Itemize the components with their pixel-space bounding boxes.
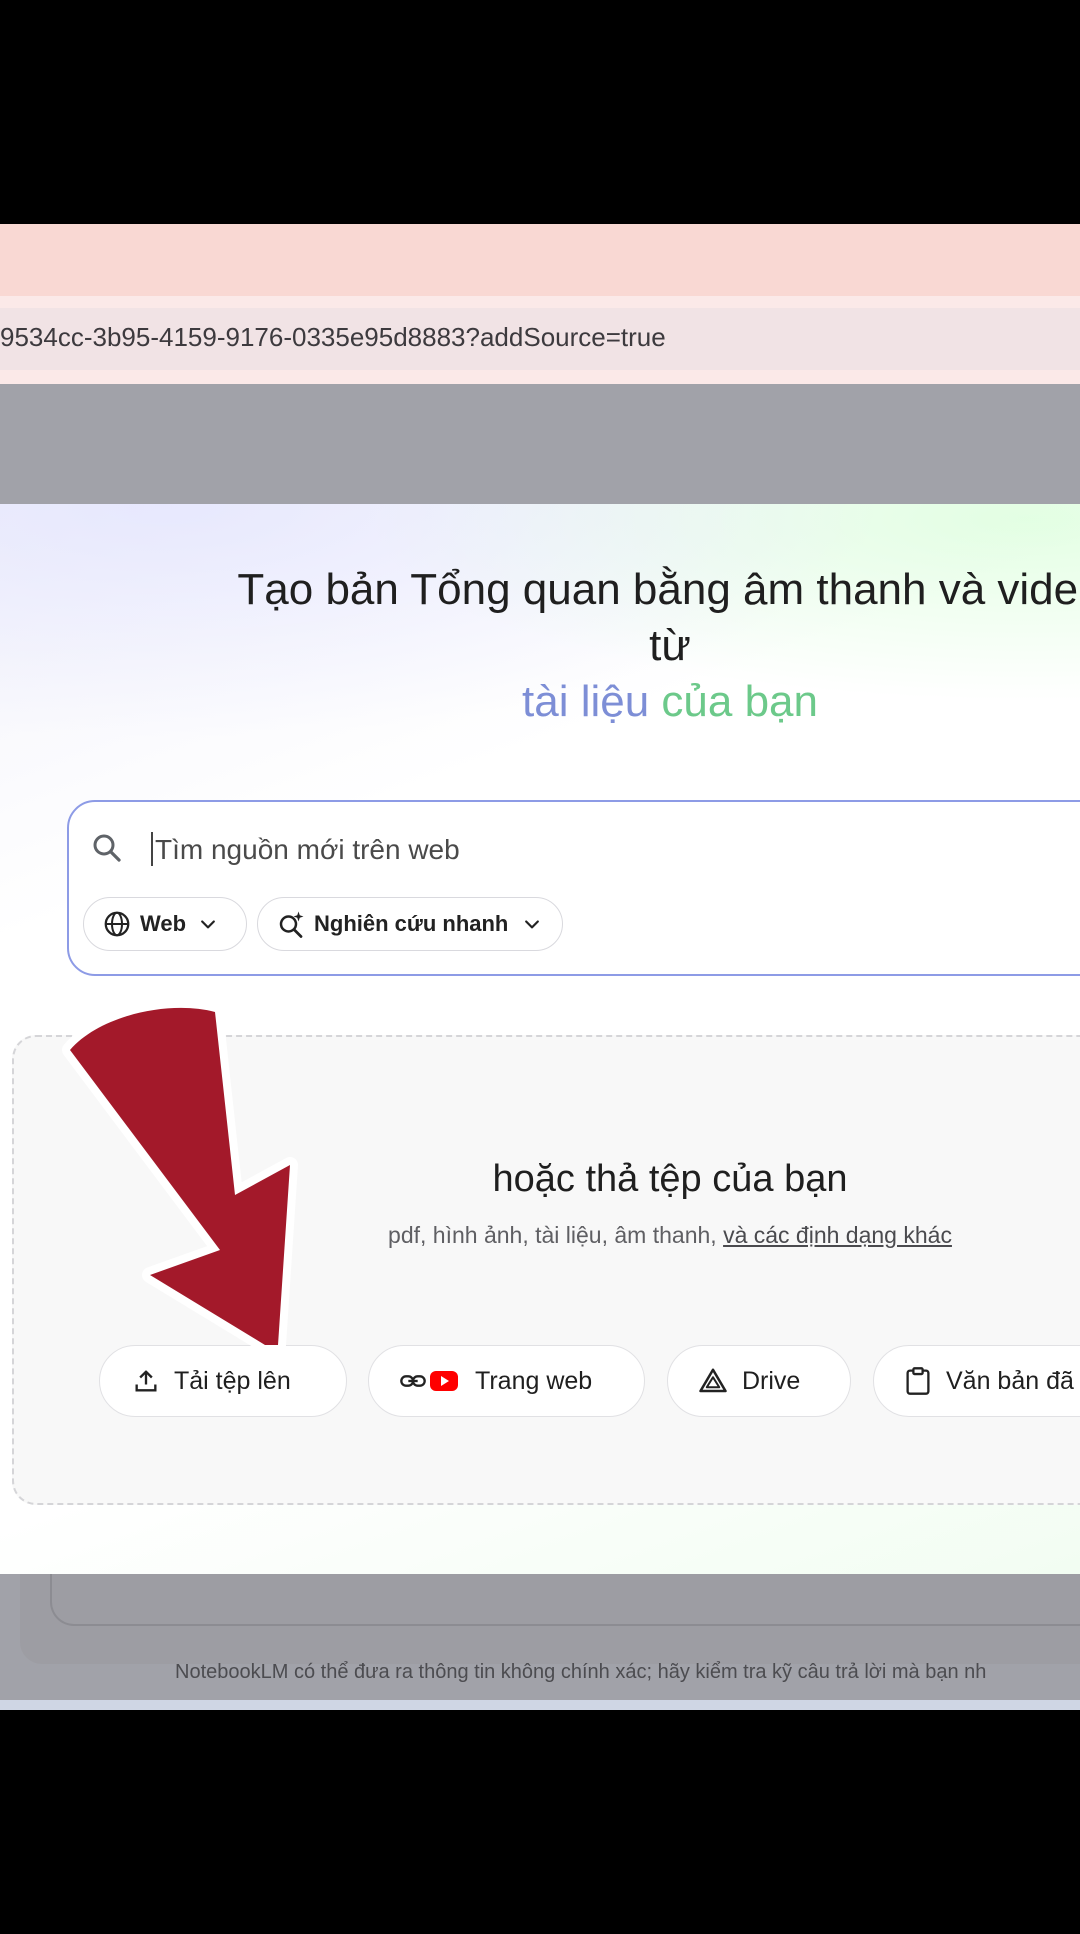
website-source-label: Trang web: [475, 1366, 593, 1395]
file-drop-zone[interactable]: [12, 1035, 1080, 1505]
drive-icon: [698, 1366, 728, 1396]
link-youtube-icon: [399, 1367, 459, 1395]
headline-line-2: từ: [649, 621, 691, 670]
paste-text-label: Văn bản đã: [946, 1366, 1074, 1395]
sparkle-search-icon: [276, 909, 306, 939]
browser-tab-bar: [0, 224, 1080, 296]
clipboard-icon: [904, 1366, 932, 1396]
paste-text-button[interactable]: Văn bản đã: [873, 1345, 1080, 1417]
research-mode-label: Nghiên cứu nhanh: [314, 911, 509, 936]
dialog-headline: Tạo bản Tổng quan bằng âm thanh và video…: [0, 562, 1080, 730]
chevron-down-icon: [198, 914, 218, 934]
drive-source-label: Drive: [742, 1366, 801, 1395]
web-source-search: Web Nghiên cứu nhanh: [67, 800, 1080, 976]
formats-link[interactable]: và các định dạng khác: [723, 1222, 952, 1248]
supported-formats-text: pdf, hình ảnh, tài liệu, âm thanh,: [388, 1222, 717, 1248]
research-mode-dropdown[interactable]: Nghiên cứu nhanh: [257, 897, 563, 951]
address-bar[interactable]: 9534cc-3b95-4159-9176-0335e95d8883?addSo…: [0, 308, 1080, 370]
taskbar-edge: [0, 1700, 1080, 1710]
drop-zone-subtitle: pdf, hình ảnh, tài liệu, âm thanh, và cá…: [0, 1222, 1080, 1249]
headline-gradient-part-1: tài liệu: [522, 677, 650, 726]
source-type-dropdown[interactable]: Web: [83, 897, 247, 951]
upload-file-button[interactable]: Tải tệp lên: [99, 1345, 347, 1417]
upload-icon: [132, 1367, 160, 1395]
website-source-button[interactable]: Trang web: [368, 1345, 645, 1417]
disclaimer-text: NotebookLM có thể đưa ra thông tin không…: [175, 1661, 987, 1683]
source-type-label: Web: [140, 911, 187, 936]
drop-zone-title: hoặc thả tệp của bạn: [492, 1158, 848, 1200]
headline-line-3: tài liệu của bạn: [0, 674, 1080, 730]
search-input[interactable]: [153, 826, 957, 874]
upload-file-label: Tải tệp lên: [174, 1366, 291, 1395]
search-icon: [89, 830, 125, 866]
url-text: 9534cc-3b95-4159-9176-0335e95d8883?addSo…: [0, 322, 666, 352]
globe-icon: [102, 909, 132, 939]
chevron-down-icon: [522, 914, 542, 934]
headline-line-1: Tạo bản Tổng quan bằng âm thanh và video: [237, 565, 1080, 614]
drive-source-button[interactable]: Drive: [667, 1345, 851, 1417]
headline-gradient-part-2: của bạn: [661, 677, 818, 726]
